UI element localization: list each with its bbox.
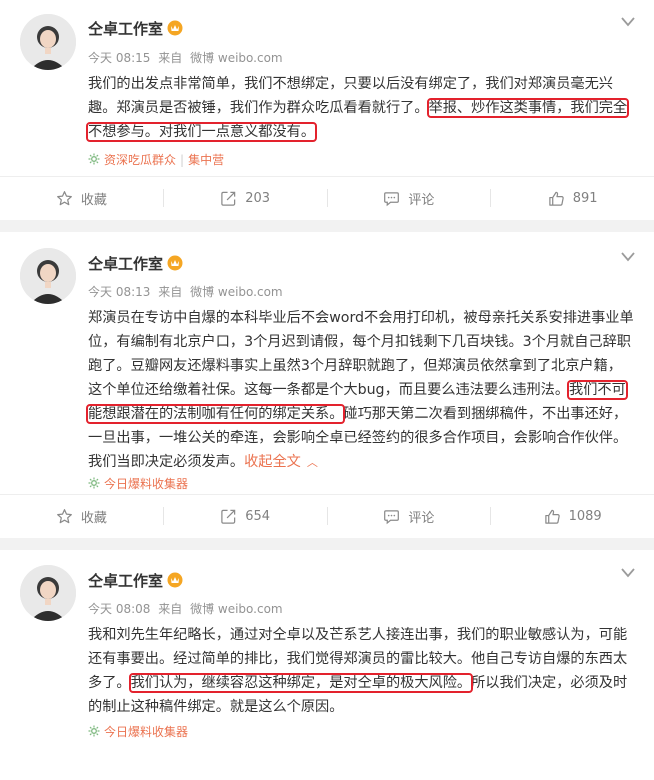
post-client: 微博 weibo.com — [190, 285, 283, 299]
star-icon — [56, 508, 72, 523]
weibo-post: 仝卓工作室 今天 08:13 来自 微博 weibo.com 郑演员在专访中自爆… — [0, 232, 654, 538]
chevron-down-icon[interactable] — [620, 567, 636, 579]
post-meta: 今天 08:08 来自 微博 weibo.com — [88, 602, 283, 616]
source-tag[interactable]: 资深吃瓜群众 — [104, 153, 176, 167]
repost-icon — [221, 509, 236, 524]
vip-badge-icon — [167, 572, 183, 588]
author-name[interactable]: 仝卓工作室 — [88, 570, 183, 591]
post-meta: 今天 08:13 来自 微博 weibo.com — [88, 285, 283, 299]
star-icon — [56, 190, 72, 205]
post-text: 我和刘先生年纪略长，通过对仝卓以及芒系艺人接连出事，我们的职业敏感认为，可能还有… — [88, 627, 628, 715]
source-tags: 今日爆料收集器 — [88, 723, 188, 740]
collapse-fulltext-link[interactable]: 收起全文 — [244, 454, 301, 470]
avatar[interactable] — [20, 248, 76, 304]
avatar[interactable] — [20, 14, 76, 70]
repost-button[interactable]: 203 — [164, 190, 327, 207]
favorite-button[interactable]: 收藏 — [0, 189, 163, 208]
post-text: 我们的出发点非常简单，我们不想绑定，只要以后没有绑定了，我们对郑演员毫无兴趣。郑… — [85, 76, 630, 142]
post-text: 郑演员在专访中自爆的本科毕业后不会word不会用打印机，被母亲托关系安排进事业单… — [86, 310, 634, 470]
thumbs-up-icon — [544, 509, 560, 524]
favorite-button[interactable]: 收藏 — [0, 507, 163, 526]
comment-button[interactable]: 评论 — [328, 189, 491, 208]
vip-badge-icon — [167, 20, 183, 36]
weibo-post: 仝卓工作室 今天 08:15 来自 微博 weibo.com 我们的出发点非常简… — [0, 0, 654, 220]
post-time[interactable]: 今天 08:08 — [88, 602, 150, 616]
post-separator — [0, 538, 654, 550]
post-meta: 今天 08:15 来自 微博 weibo.com — [88, 51, 283, 65]
author-name[interactable]: 仝卓工作室 — [88, 253, 183, 274]
post-client: 微博 weibo.com — [190, 51, 283, 65]
source-tag[interactable]: 今日爆料收集器 — [104, 725, 188, 739]
avatar[interactable] — [20, 565, 76, 621]
highlight-box: 我们认为，继续容忍这种绑定，是对仝卓的极大风险。 — [128, 673, 474, 693]
comment-button[interactable]: 评论 — [328, 507, 491, 526]
gear-icon — [88, 477, 100, 489]
action-bar: 收藏 203 评论 891 — [0, 176, 654, 219]
repost-icon — [221, 191, 236, 206]
gear-icon — [88, 153, 100, 165]
chevron-up-icon[interactable]: ︿ — [307, 456, 318, 469]
post-time[interactable]: 今天 08:15 — [88, 51, 150, 65]
gear-icon — [88, 725, 100, 737]
weibo-post: 仝卓工作室 今天 08:08 来自 微博 weibo.com 我和刘先生年纪略长… — [0, 550, 654, 780]
action-bar: 收藏 654 评论 1089 — [0, 494, 654, 537]
post-separator — [0, 220, 654, 232]
chevron-down-icon[interactable] — [620, 251, 636, 263]
thumbs-up-icon — [548, 191, 564, 206]
source-tag[interactable]: 集中营 — [188, 153, 224, 167]
vip-badge-icon — [167, 255, 183, 271]
source-tags: 今日爆料收集器 — [88, 475, 188, 492]
post-client: 微博 weibo.com — [190, 602, 283, 616]
author-name[interactable]: 仝卓工作室 — [88, 18, 183, 39]
comment-icon — [384, 191, 400, 206]
post-time[interactable]: 今天 08:13 — [88, 285, 150, 299]
comment-icon — [384, 509, 400, 524]
like-button[interactable]: 891 — [491, 190, 654, 207]
source-tag[interactable]: 今日爆料收集器 — [104, 477, 188, 491]
source-tags: 资深吃瓜群众 | 集中营 — [88, 151, 224, 168]
chevron-down-icon[interactable] — [620, 16, 636, 28]
like-button[interactable]: 1089 — [491, 508, 654, 525]
repost-button[interactable]: 654 — [164, 508, 327, 525]
